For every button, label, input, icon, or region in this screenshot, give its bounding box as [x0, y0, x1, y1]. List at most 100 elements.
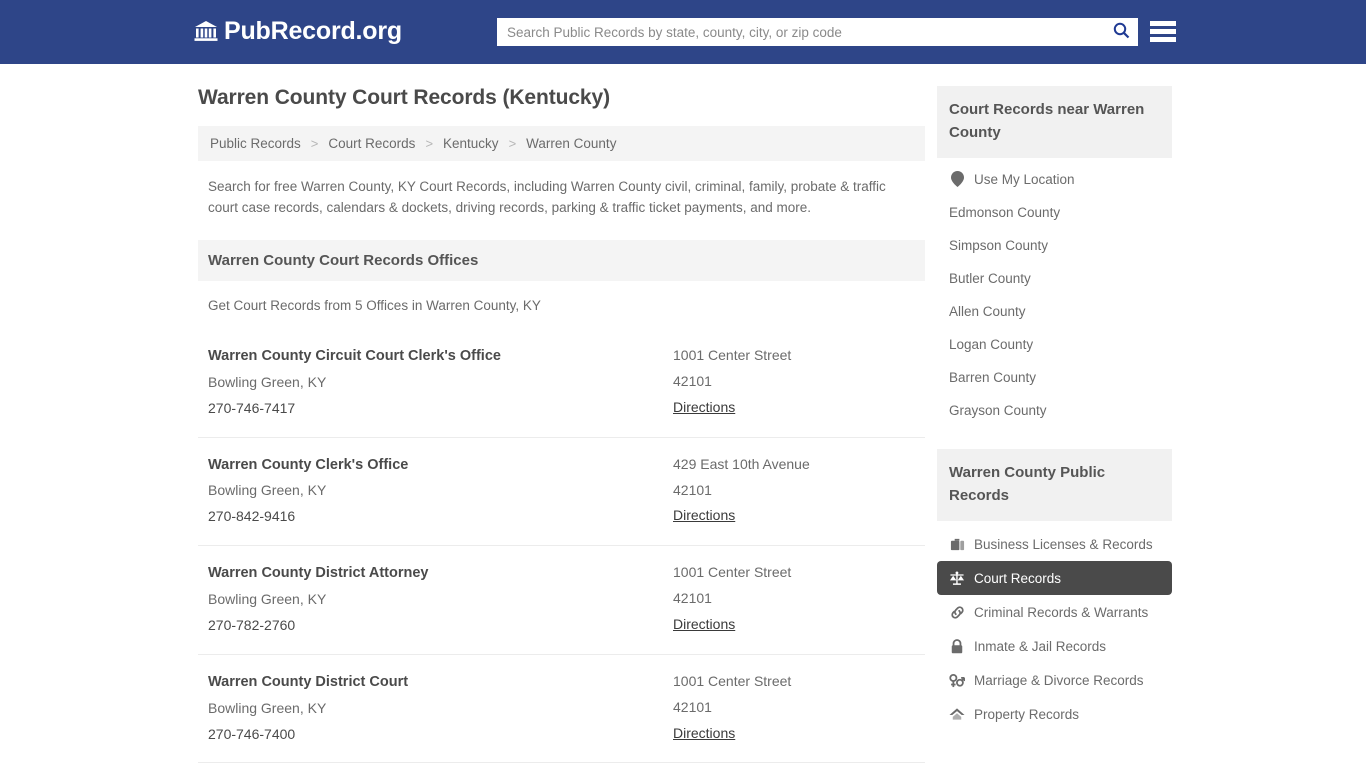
bank-building-icon [193, 18, 219, 44]
sidebar-nearby-list: Use My Location Edmonson County Simpson Co… [937, 158, 1172, 427]
intro-description: Search for free Warren County, KY Court … [208, 179, 886, 215]
hamburger-menu-icon[interactable] [1150, 19, 1176, 44]
sidebar-public-records-heading: Warren County Public Records [937, 449, 1172, 521]
sidebar-item-label: Simpson County [949, 238, 1049, 253]
sidebar-item-label: Business Licenses & Records [974, 536, 1153, 552]
sidebar-item-label: Inmate & Jail Records [974, 638, 1107, 654]
briefcase-icon [949, 536, 965, 552]
directions-link[interactable]: Directions [673, 612, 735, 638]
breadcrumb-item-court-records[interactable]: Court Records [326, 136, 417, 151]
office-details: Warren County Circuit Court Clerk's Offi… [208, 343, 673, 422]
sidebar-nearby-item-barren-county[interactable]: Barren County [937, 361, 1172, 394]
breadcrumb: Public Records > Court Records > Kentuck… [198, 126, 925, 161]
office-zip: 42101 [673, 590, 712, 607]
sidebar-item-label: Court Records [974, 570, 1062, 586]
sidebar-nearby-item-butler-county[interactable]: Butler County [937, 262, 1172, 295]
office-phone: 270-782-2760 [208, 616, 296, 633]
sidebar-item-criminal-records-warrants[interactable]: Criminal Records & Warrants [937, 595, 1172, 629]
page-title: Warren County Court Records (Kentucky) [198, 86, 610, 109]
sidebar-nearby-item-logan-county[interactable]: Logan County [937, 328, 1172, 361]
office-street: 1001 Center Street [673, 564, 792, 581]
sidebar-item-business-licenses-records[interactable]: Business Licenses & Records [937, 527, 1172, 561]
map-pin-icon [949, 171, 965, 187]
office-row: Warren County Clerk's Office Bowling Gre… [198, 436, 925, 546]
offices-section-subheading: Get Court Records from 5 Offices in Warr… [208, 298, 541, 314]
office-details: Warren County District Attorney Bowling … [208, 560, 673, 639]
office-name-link[interactable]: Warren County District Attorney [208, 565, 428, 581]
directions-link[interactable]: Directions [673, 395, 735, 421]
office-zip: 42101 [673, 481, 712, 498]
office-zip: 42101 [673, 372, 712, 389]
offices-list: Warren County Circuit Court Clerk's Offi… [198, 329, 925, 768]
office-city-state: Bowling Green, KY [208, 482, 327, 499]
sidebar-nearby-item-allen-county[interactable]: Allen County [937, 295, 1172, 328]
office-street: 1001 Center Street [673, 672, 792, 689]
office-city-state: Bowling Green, KY [208, 591, 327, 608]
breadcrumb-item-warren-county[interactable]: Warren County [524, 136, 618, 151]
office-details: Warren County District Court Bowling Gre… [208, 669, 673, 748]
directions-link[interactable]: Directions [673, 721, 735, 747]
sidebar-item-label: Criminal Records & Warrants [974, 604, 1149, 620]
search-icon [1113, 22, 1130, 42]
search-bar [497, 18, 1138, 46]
office-city-state: Bowling Green, KY [208, 373, 327, 390]
house-icon [949, 706, 965, 722]
office-phone: 270-746-7400 [208, 725, 296, 742]
main-column: Warren County Court Records (Kentucky) P… [198, 86, 925, 768]
search-input[interactable] [497, 18, 1104, 46]
sidebar-item-property-records[interactable]: Property Records [937, 697, 1172, 731]
office-street: 1001 Center Street [673, 347, 792, 364]
office-zip: 42101 [673, 698, 712, 715]
office-details: Warren County Clerk's Office Bowling Gre… [208, 452, 673, 531]
sidebar-item-label: Use My Location [974, 171, 1075, 187]
breadcrumb-item-public-records[interactable]: Public Records [208, 136, 303, 151]
office-row: Bowling Green Kentucky Department of Jus… [198, 762, 925, 768]
sidebar-nearby-heading: Court Records near Warren County [937, 86, 1172, 158]
office-city-state: Bowling Green, KY [208, 699, 327, 716]
chain-link-icon [949, 604, 965, 620]
sidebar-nearby-item-edmonson-county[interactable]: Edmonson County [937, 196, 1172, 229]
sidebar: Court Records near Warren County Use My … [937, 86, 1172, 731]
directions-link[interactable]: Directions [673, 503, 735, 529]
sidebar-item-label: Grayson County [949, 403, 1047, 418]
site-header: PubRecord.org [0, 0, 1366, 64]
office-row: Warren County District Attorney Bowling … [198, 545, 925, 654]
sidebar-item-label: Barren County [949, 370, 1037, 385]
office-row: Warren County Circuit Court Clerk's Offi… [198, 329, 925, 437]
sidebar-item-label: Edmonson County [949, 205, 1061, 220]
office-row: Warren County District Court Bowling Gre… [198, 653, 925, 763]
offices-section-heading: Warren County Court Records Offices [198, 240, 925, 282]
sidebar-item-marriage-divorce-records[interactable]: Marriage & Divorce Records [937, 663, 1172, 697]
scales-of-justice-icon [949, 570, 965, 586]
breadcrumb-separator: > [310, 136, 319, 151]
sidebar-nearby-item-grayson-county[interactable]: Grayson County [937, 394, 1172, 427]
office-address-block: 429 East 10th Avenue 42101 Directions [673, 452, 915, 531]
sidebar-item-label: Logan County [949, 337, 1034, 352]
office-name-link[interactable]: Warren County Clerk's Office [208, 457, 408, 473]
breadcrumb-item-kentucky[interactable]: Kentucky [441, 136, 501, 151]
office-name-link[interactable]: Warren County District Court [208, 674, 408, 690]
sidebar-public-records-list: Business Licenses & Records Court Records… [937, 521, 1172, 731]
sidebar-item-court-records[interactable]: Court Records [937, 561, 1172, 595]
page-body: Warren County Court Records (Kentucky) P… [0, 64, 1366, 768]
breadcrumb-separator: > [508, 136, 517, 151]
sidebar-item-inmate-jail-records[interactable]: Inmate & Jail Records [937, 629, 1172, 663]
office-address-block: 1001 Center Street 42101 Directions [673, 560, 915, 639]
office-street: 429 East 10th Avenue [673, 455, 810, 472]
lock-icon [949, 638, 965, 654]
search-button[interactable] [1104, 18, 1138, 46]
office-address-block: 1001 Center Street 42101 Directions [673, 343, 915, 422]
logo-text: PubRecord.org [224, 16, 402, 45]
content-container: Warren County Court Records (Kentucky) P… [198, 64, 1172, 768]
sidebar-item-label: Butler County [949, 271, 1031, 286]
office-phone: 270-746-7417 [208, 399, 296, 416]
sidebar-item-label: Property Records [974, 706, 1080, 722]
site-logo[interactable]: PubRecord.org [193, 18, 402, 44]
office-name-link[interactable]: Warren County Circuit Court Clerk's Offi… [208, 348, 501, 364]
sidebar-item-label: Allen County [949, 304, 1026, 319]
sidebar-nearby-item-simpson-county[interactable]: Simpson County [937, 229, 1172, 262]
breadcrumb-separator: > [425, 136, 434, 151]
office-phone: 270-842-9416 [208, 508, 296, 525]
gender-symbols-icon [949, 672, 965, 688]
sidebar-nearby-item-use-my-location[interactable]: Use My Location [937, 162, 1172, 196]
